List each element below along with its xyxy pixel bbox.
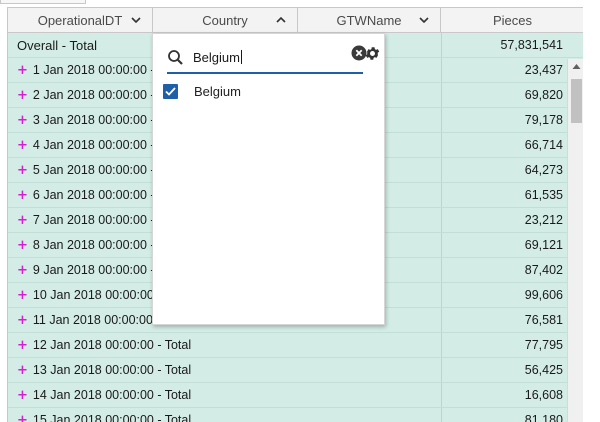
row-label-cell: +2 Jan 2018 00:00:00 - Total	[8, 83, 184, 107]
row-label-cell: +1 Jan 2018 00:00:00 - Total	[8, 58, 184, 82]
search-input[interactable]: Belgium	[193, 50, 242, 65]
row-label-cell: +7 Jan 2018 00:00:00 - Total	[8, 208, 184, 232]
row-value: 57,831,541	[500, 38, 563, 52]
chevron-down-icon[interactable]	[130, 14, 142, 26]
row-label-cell: +9 Jan 2018 00:00:00 - Total	[8, 258, 184, 282]
row-label-cell: +6 Jan 2018 00:00:00 - Total	[8, 183, 184, 207]
row-value-cell: 77,795	[441, 333, 567, 357]
row-value: 61,535	[524, 188, 563, 202]
row-label: Overall - Total	[17, 37, 97, 53]
row-value: 79,178	[524, 113, 563, 127]
header-operationaldt[interactable]: OperationalDT	[8, 8, 153, 33]
header-label: Country	[202, 13, 248, 28]
row-label: 12 Jan 2018 00:00:00 - Total	[32, 338, 192, 352]
table-row[interactable]: +14 Jan 2018 00:00:00 - Total 16,608	[8, 383, 583, 408]
row-value-cell: 64,273	[441, 158, 567, 182]
top-strip	[0, 0, 600, 7]
row-label-cell: +15 Jan 2018 00:00:00 - Total	[8, 408, 191, 422]
header-pieces[interactable]: Pieces	[441, 8, 583, 33]
expand-plus-icon[interactable]: +	[17, 113, 28, 128]
row-label-cell: +13 Jan 2018 00:00:00 - Total	[8, 358, 191, 382]
country-filter-popup: Belgium Belgium	[152, 33, 385, 325]
header-country[interactable]: Country	[153, 8, 298, 33]
row-label-cell: +4 Jan 2018 00:00:00 - Total	[8, 133, 184, 157]
expand-plus-icon[interactable]: +	[17, 388, 28, 403]
expand-plus-icon[interactable]: +	[17, 213, 28, 228]
gear-icon[interactable]	[364, 45, 381, 62]
row-value-cell: 87,402	[441, 258, 567, 282]
row-value-cell: 76,581	[441, 308, 567, 332]
chevron-up-icon[interactable]	[275, 14, 287, 26]
scrollbar-thumb[interactable]	[571, 79, 582, 123]
expand-plus-icon[interactable]: +	[17, 263, 28, 278]
table-row[interactable]: +13 Jan 2018 00:00:00 - Total 56,425	[8, 358, 583, 383]
row-value-cell: 81,180	[441, 408, 567, 422]
expand-plus-icon[interactable]: +	[17, 413, 28, 422]
table-row[interactable]: +15 Jan 2018 00:00:00 - Total 81,180	[8, 408, 583, 422]
row-value-cell: 69,820	[441, 83, 567, 107]
top-tab-edge	[0, 0, 86, 4]
table-row[interactable]: +12 Jan 2018 00:00:00 - Total 77,795	[8, 333, 583, 358]
text-caret	[240, 50, 242, 64]
row-value-cell: 66,714	[441, 133, 567, 157]
row-value: 56,425	[524, 363, 563, 377]
row-label-cell: +3 Jan 2018 00:00:00 - Total	[8, 108, 184, 132]
row-value-cell: 61,535	[441, 183, 567, 207]
row-label-cell: +14 Jan 2018 00:00:00 - Total	[8, 383, 191, 407]
row-value: 81,180	[524, 413, 563, 422]
header-label: GTWName	[336, 13, 402, 28]
row-label: 13 Jan 2018 00:00:00 - Total	[32, 363, 192, 377]
row-label-cell: +5 Jan 2018 00:00:00 - Total	[8, 158, 184, 182]
search-value: Belgium	[193, 50, 240, 65]
filter-option-belgium[interactable]: Belgium	[162, 80, 372, 102]
row-value: 16,608	[524, 388, 563, 402]
search-icon	[167, 49, 185, 67]
vertical-scrollbar[interactable]	[567, 59, 583, 422]
scroll-up-arrow-icon[interactable]	[568, 63, 583, 73]
header-gtwname[interactable]: GTWName	[298, 8, 441, 33]
row-value-cell: 56,425	[441, 358, 567, 382]
row-value: 23,437	[524, 63, 563, 77]
row-value: 23,212	[524, 213, 563, 227]
expand-plus-icon[interactable]: +	[17, 63, 28, 78]
expand-plus-icon[interactable]: +	[17, 238, 28, 253]
row-label-cell: +11 Jan 2018 00:00:00 - Total	[8, 308, 190, 332]
row-value-cell: 69,121	[441, 233, 567, 257]
row-value-cell: 99,606	[441, 283, 567, 307]
row-value-cell: 79,178	[441, 108, 567, 132]
row-value: 87,402	[524, 263, 563, 277]
row-label-cell: +10 Jan 2018 00:00:00 - Total	[8, 283, 191, 307]
row-label-cell: +12 Jan 2018 00:00:00 - Total	[8, 333, 191, 357]
row-label: 14 Jan 2018 00:00:00 - Total	[32, 388, 192, 402]
row-value: 69,121	[524, 238, 563, 252]
expand-plus-icon[interactable]: +	[17, 138, 28, 153]
row-value: 69,820	[524, 88, 563, 102]
filter-search-field[interactable]: Belgium	[167, 41, 367, 74]
expand-plus-icon[interactable]: +	[17, 288, 28, 303]
row-value-cell: 23,437	[441, 58, 567, 82]
row-label-cell: Overall - Total	[8, 33, 153, 57]
row-value: 99,606	[524, 288, 563, 302]
checkbox-checked[interactable]	[163, 83, 178, 99]
header-label: Pieces	[492, 13, 533, 28]
row-value: 64,273	[524, 163, 563, 177]
row-value: 77,795	[524, 338, 563, 352]
expand-plus-icon[interactable]: +	[17, 88, 28, 103]
filter-option-label: Belgium	[194, 83, 241, 99]
chevron-down-icon[interactable]	[418, 14, 430, 26]
expand-plus-icon[interactable]: +	[17, 338, 28, 353]
row-value-cell: 23,212	[441, 208, 567, 232]
row-label: 15 Jan 2018 00:00:00 - Total	[32, 413, 192, 422]
grid-header: OperationalDT Country GTWName Pieces	[8, 7, 583, 33]
row-value-cell: 57,831,541	[441, 33, 567, 57]
row-value: 66,714	[524, 138, 563, 152]
expand-plus-icon[interactable]: +	[17, 363, 28, 378]
row-value: 76,581	[524, 313, 563, 327]
header-label: OperationalDT	[37, 13, 123, 28]
row-value-cell: 16,608	[441, 383, 567, 407]
expand-plus-icon[interactable]: +	[17, 163, 28, 178]
row-label-cell: +8 Jan 2018 00:00:00 - Total	[8, 233, 184, 257]
expand-plus-icon[interactable]: +	[17, 313, 28, 328]
expand-plus-icon[interactable]: +	[17, 188, 28, 203]
